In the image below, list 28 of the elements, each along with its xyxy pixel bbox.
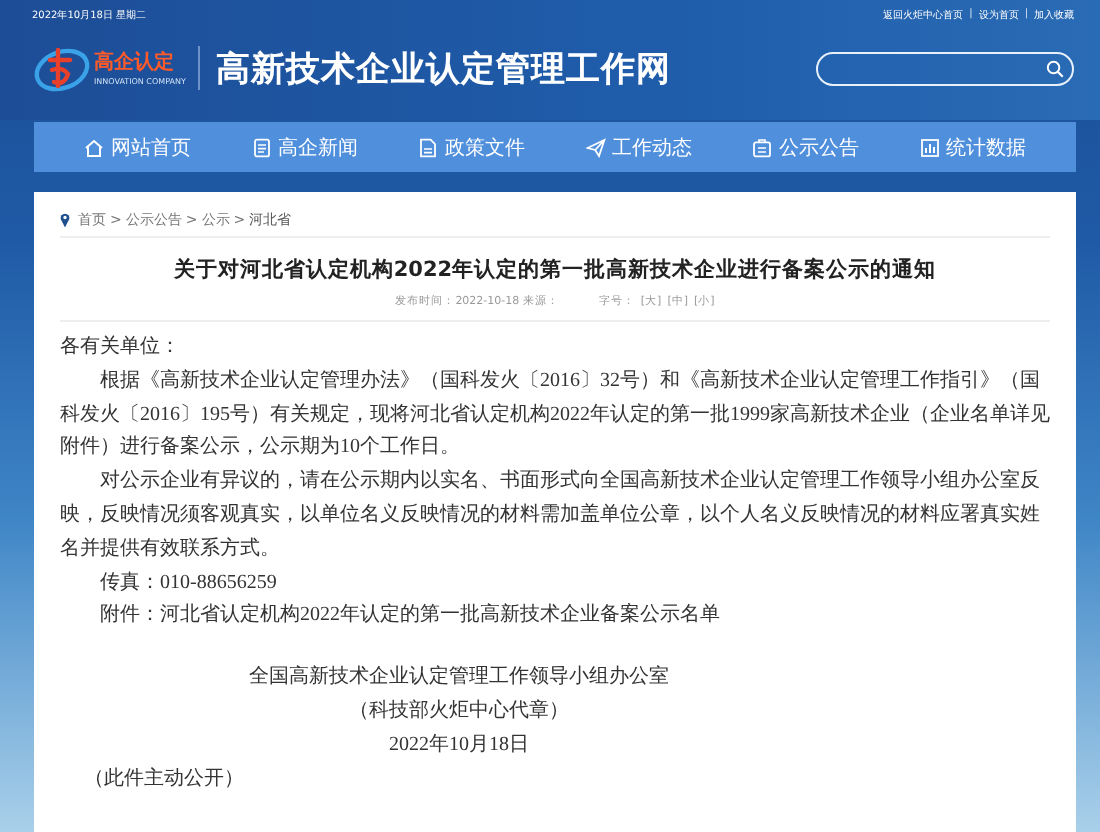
greeting-text: 各有关单位： bbox=[60, 333, 182, 362]
clipboard-icon[interactable] bbox=[752, 137, 773, 157]
paper-plane-icon[interactable] bbox=[585, 137, 606, 157]
signature-line: 2022年10月18日 bbox=[387, 731, 531, 760]
article-title: 关于对河北省认定机构2022年认定的第一批高新技术企业进行备案公示的通知 bbox=[171, 256, 939, 284]
search-field[interactable] bbox=[816, 51, 1074, 85]
body-paragraph: 传真：010-88656259 bbox=[98, 569, 279, 598]
nav-link[interactable]: 工作动态 bbox=[585, 133, 692, 161]
search-icon[interactable] bbox=[1046, 59, 1064, 77]
body-paragraph: 附件：河北省认定机构2022年认定的第一批高新技术企业备案公示名单 bbox=[98, 601, 722, 631]
nav-link[interactable]: 高企新闻 bbox=[251, 133, 358, 161]
home-icon[interactable] bbox=[84, 137, 105, 157]
logo-name: 高企认定 bbox=[94, 51, 176, 75]
body-paragraph: 根据《高新技术企业认定管理办法》（国科发火〔2016〕32号）和《高新技术企业认定管理工作指引》（国科发火〔2016〕195号）有关规定，现将河北省认定机构2022年认定的第一批1999家高新技术企业（企业名单详见附件）进行备案公示，公示期为10个工作日。 bbox=[60, 367, 1050, 463]
nav-link[interactable]: 公示公告 bbox=[752, 133, 859, 161]
nav-link[interactable]: 网站首页 bbox=[84, 133, 191, 161]
nav-link[interactable]: 统计数据 bbox=[919, 133, 1026, 161]
chart-icon[interactable] bbox=[919, 137, 940, 157]
signature-line: 全国高新技术企业认定管理工作领导小组办公室 bbox=[247, 663, 671, 693]
body-paragraph: 对公示企业有异议的，请在公示期内以实名、书面形式向全国高新技术企业认定管理工作领导小组办公室反映，反映情况须客观真实，以单位名义反映情况的材料需加盖单位公章，以个人名义反映情况的材料应署真实姓名并提供有效联系方式。 bbox=[60, 467, 1042, 564]
note-text: （此件主动公开） bbox=[82, 765, 246, 794]
document-icon[interactable] bbox=[251, 137, 272, 157]
file-icon[interactable] bbox=[418, 137, 439, 157]
location-pin-icon bbox=[60, 211, 70, 227]
nav-link[interactable]: 政策文件 bbox=[418, 133, 525, 161]
logo-icon bbox=[32, 42, 92, 94]
signature-line: （科技部火炬中心代章） bbox=[347, 697, 571, 726]
site-title: 高新技术企业认定管理工作网 bbox=[215, 47, 671, 91]
